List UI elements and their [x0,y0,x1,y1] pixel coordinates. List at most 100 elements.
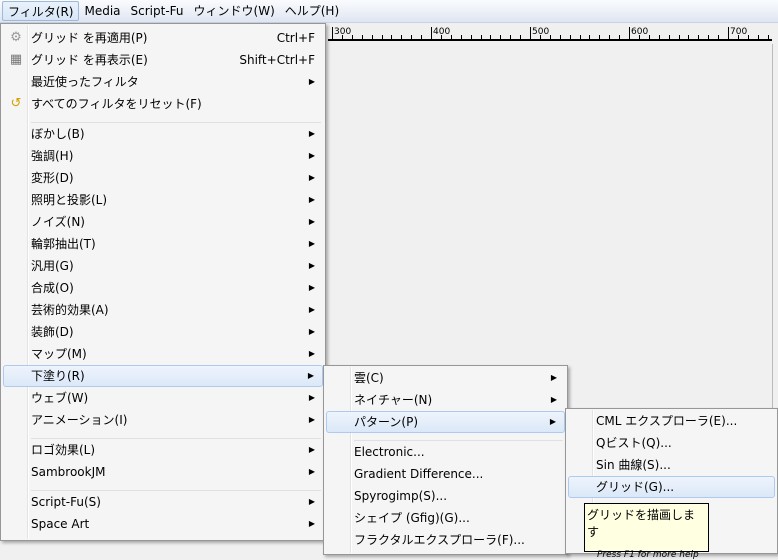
menu-item[interactable]: 装飾(D) ▶ [3,321,323,343]
menu-item-label: 強調(H) [31,149,74,163]
menubar-item[interactable]: Script-Fu [126,1,189,21]
menu-item[interactable]: 下塗り(R) ▶ [3,365,323,387]
submenu-arrow-icon: ▶ [308,327,315,336]
menu-item[interactable]: フラクタルエクスプローラ(F)... [326,529,565,551]
menu-item[interactable]: ネイチャー(N) ▶ [326,389,565,411]
ruler-tick [539,35,541,39]
menu-item[interactable]: Gradient Difference... [326,463,565,485]
ruler-tick [698,35,700,39]
menu-item[interactable]: Electronic... [326,441,565,463]
submenu-arrow-icon: ▶ [308,173,315,182]
menu-item[interactable]: 雲(C) ▶ [326,367,565,389]
menu-item[interactable]: グリッド を再適用(P) ⚙ Ctrl+F [3,27,323,49]
menu-item[interactable]: マップ(M) ▶ [3,343,323,365]
menu-item[interactable]: 芸術的効果(A) ▶ [3,299,323,321]
menu-item[interactable]: 最近使ったフィルタ ▶ [3,71,323,93]
menu-item[interactable]: アニメーション(I) ▶ [3,409,323,431]
ruler-tick [718,35,720,39]
submenu-arrow-icon: ▶ [308,393,315,402]
ruler-tick [549,35,551,39]
ruler-tick [678,35,680,39]
menu-item-label: ぼかし(B) [31,127,85,141]
menu-item-label: 下塗り(R) [31,369,85,383]
menu-item[interactable]: シェイプ (Gfig)(G)... [326,507,565,529]
menu-item-label: ノイズ(N) [31,215,85,229]
menubar-item[interactable]: ウィンドウ(W) [189,1,280,21]
submenu-arrow-icon: ▶ [308,467,315,476]
menu-item-label: シェイプ (Gfig)(G)... [354,511,470,525]
submenu-arrow-icon: ▶ [308,349,315,358]
ruler-tick [460,35,462,39]
menubar-item[interactable]: Media [79,1,125,21]
submenu-arrow-icon: ▶ [308,239,315,248]
reapply-filter-icon: ⚙ [10,30,22,45]
menu-item-label: Electronic... [354,445,425,459]
menu-item[interactable]: すべてのフィルタをリセット(F) ↺ [3,93,323,115]
menu-item-label: パターン(P) [354,415,418,429]
menu-item[interactable]: 輪郭抽出(T) ▶ [3,233,323,255]
ruler-tick [510,35,512,39]
ruler-tick [757,35,759,39]
submenu-arrow-icon: ▶ [308,261,315,270]
menu-item-label: 芸術的効果(A) [31,303,109,317]
menu-item-label: 照明と投影(L) [31,193,108,207]
ruler-tick [411,35,413,39]
menu-item-label: ロゴ効果(L) [31,443,96,457]
menu-item[interactable]: グリッド(G)... [568,476,775,498]
menu-item[interactable]: 照明と投影(L) ▶ [3,189,323,211]
menu-item[interactable]: Qビスト(Q)... [568,432,775,454]
menu-item[interactable]: CML エクスプローラ(E)... [568,410,775,432]
submenu-arrow-icon: ▶ [308,195,315,204]
ruler-tick [450,35,452,39]
menu-item-label: 雲(C) [354,371,384,385]
ruler-tick [668,35,670,39]
menu-item[interactable]: Script-Fu(S) ▶ [3,491,323,513]
menu-shortcut: Shift+Ctrl+F [239,53,315,67]
menu-item-label: Qビスト(Q)... [596,436,672,450]
ruler-tick [609,35,611,39]
menu-item-label: 最近使ったフィルタ [31,75,139,89]
ruler-tick [619,35,621,39]
ruler-tick [520,35,522,39]
menu-item[interactable]: Space Art ▶ [3,513,323,535]
menu-item[interactable]: SambrookJM ▶ [3,461,323,483]
menu-item[interactable]: Sin 曲線(S)... [568,454,775,476]
submenu-arrow-icon: ▶ [308,217,315,226]
menu-item[interactable]: 合成(O) ▶ [3,277,323,299]
menu-item[interactable]: グリッド を再表示(E) ▦ Shift+Ctrl+F [3,49,323,71]
menu-item[interactable]: ぼかし(B) ▶ [3,123,323,145]
menu-item-label: CML エクスプローラ(E)... [596,414,738,428]
menu-item[interactable]: 汎用(G) ▶ [3,255,323,277]
menu-item-label: マップ(M) [31,347,87,361]
ruler-tick [708,35,710,39]
menu-item[interactable]: 強調(H) ▶ [3,145,323,167]
reshow-filter-icon: ▦ [9,52,23,67]
submenu-arrow-icon: ▶ [308,151,315,160]
menu-item-label: ウェブ(W) [31,391,89,405]
menu-item[interactable]: ノイズ(N) ▶ [3,211,323,233]
ruler-tick [589,35,591,39]
menubar-item[interactable]: フィルタ(R) [2,1,80,21]
menu-bar: フィルタ(R) Media Script-Fu ウィンドウ(W) ヘルプ(H) [0,0,778,23]
ruler-tick [767,35,769,39]
submenu-arrow-icon: ▶ [308,445,315,454]
menu-item[interactable]: パターン(P) ▶ [326,411,565,433]
ruler-tick [371,35,373,39]
ruler-tick [391,35,393,39]
ruler-tick [351,35,353,39]
menu-item-label: グリッド を再表示(E) [31,53,148,67]
menu-item[interactable]: 変形(D) ▶ [3,167,323,189]
menu-item-label: Sin 曲線(S)... [596,458,671,472]
menu-item[interactable]: Spyrogimp(S)... [326,485,565,507]
ruler-tick [579,35,581,39]
menu-shortcut: Ctrl+F [276,31,315,45]
ruler-tick [688,35,690,39]
tooltip: グリッドを描画します Press F1 for more help [584,503,709,560]
ruler-tick [737,35,739,39]
menu-item-label: Gradient Difference... [354,467,484,481]
menubar-item[interactable]: ヘルプ(H) [280,1,344,21]
menu-item[interactable]: ウェブ(W) ▶ [3,387,323,409]
ruler-tick [638,35,640,39]
ruler-tick [401,35,403,39]
menu-item[interactable]: ロゴ効果(L) ▶ [3,439,323,461]
